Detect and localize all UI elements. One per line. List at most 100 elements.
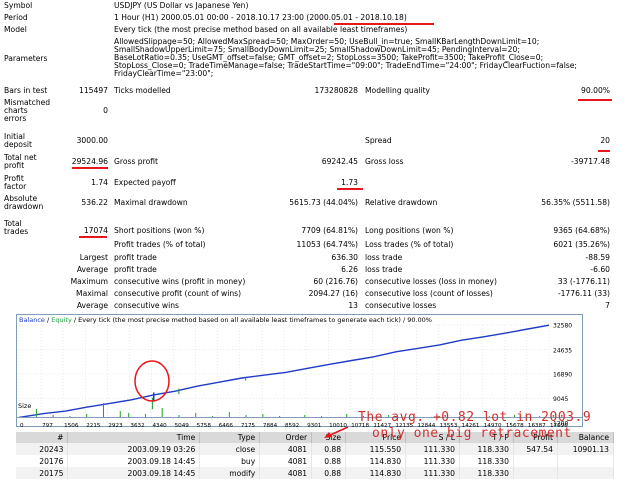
cell-tp: 118.330 xyxy=(459,443,514,455)
reldd-label: Relative drawdown xyxy=(365,198,438,207)
max-cwins-value: 60 (216.76) xyxy=(313,277,358,286)
col-header-time[interactable]: Time xyxy=(67,432,201,443)
cell-type: modify xyxy=(199,467,261,479)
x-tick-label: 3632 xyxy=(130,423,144,429)
spread-value: 20 xyxy=(600,136,610,145)
spread-label: Spread xyxy=(365,136,392,145)
avg-closs-value: 7 xyxy=(605,301,610,310)
model-label: Model xyxy=(4,25,27,34)
absdd-label-2: drawdown xyxy=(4,202,44,211)
col-header-num[interactable]: # xyxy=(16,432,69,443)
maxdd-label: Maximal drawdown xyxy=(114,198,188,207)
x-tick-label: 2923 xyxy=(108,423,123,429)
cell-num: 20176 xyxy=(16,455,69,467)
cell-size: 0.88 xyxy=(311,443,347,455)
loss-trades-value: 6021 (35.26%) xyxy=(553,240,610,249)
maximal-cprofit-value: 2094.27 (16) xyxy=(308,289,358,298)
quality-value: 90.00% xyxy=(581,86,610,95)
maximum-label: Maximum xyxy=(70,277,108,286)
grossprofit-value: 69242.45 xyxy=(321,157,358,166)
cell-profit xyxy=(513,455,558,467)
annotation-line-1: The avg. +0.82 lot in 2003.9 xyxy=(358,410,592,425)
grossloss-label: Gross loss xyxy=(365,157,404,166)
x-tick-label: 5049 xyxy=(175,423,190,429)
max-cwins-label: consecutive wins (profit in money) xyxy=(114,277,246,286)
netprofit-value: 29524.96 xyxy=(71,157,108,166)
maxdd-value: 5615.73 (44.04%) xyxy=(289,198,358,207)
cell-type: buy xyxy=(199,455,261,467)
profit-trades-label: Profit trades (% of total) xyxy=(114,240,206,249)
x-tick-label: 2215 xyxy=(86,423,101,429)
avg-cwins-value: 13 xyxy=(348,301,358,310)
table-row[interactable]: 20243 2003.09.19 03:26 close 4081 0.88 1… xyxy=(16,443,615,455)
largest-loss-label: loss trade xyxy=(365,253,403,262)
largest-profit-label: profit trade xyxy=(114,253,157,262)
annotation-line-2: only one big retracement xyxy=(372,426,572,441)
loss-trades-label: Loss trades (% of total) xyxy=(365,240,454,249)
bars-value: 115497 xyxy=(79,86,108,95)
x-tick-label: 5758 xyxy=(197,423,212,429)
absdd-value: 536.22 xyxy=(81,198,108,207)
col-header-order[interactable]: Order xyxy=(259,432,313,443)
param-line-5: FridayClearTime="23:00"; xyxy=(114,69,214,78)
cell-profit: 547.54 xyxy=(513,443,558,455)
trades-label-2: trades xyxy=(4,227,29,236)
initial-label-2: deposit xyxy=(4,140,33,149)
x-tick-label: 9301 xyxy=(307,423,322,429)
quality-label: Modelling quality xyxy=(365,86,431,95)
payoff-underline xyxy=(337,188,363,190)
cell-price: 114.830 xyxy=(345,455,407,467)
profit-trades-value: 11053 (64.74%) xyxy=(296,240,358,249)
average-label: Average xyxy=(76,265,108,274)
x-tick-label: 797 xyxy=(42,423,53,429)
pf-label-2: factor xyxy=(4,182,27,191)
x-tick-label: 8592 xyxy=(285,423,299,429)
reldd-value: 56.35% (5511.58) xyxy=(541,198,610,207)
table-row[interactable]: 20176 2003.09.18 14:45 buy 4081 0.88 114… xyxy=(16,455,615,467)
col-header-type[interactable]: Type xyxy=(199,432,261,443)
cell-time: 2003.09.18 14:45 xyxy=(67,455,201,467)
short-label: Short positions (won %) xyxy=(114,226,205,235)
y-tick-label: 32580 xyxy=(553,323,572,330)
model-value: Every tick (the most precise method base… xyxy=(114,25,408,34)
trades-value: 17074 xyxy=(83,226,108,235)
cell-profit xyxy=(513,467,558,479)
cell-size: 0.88 xyxy=(311,467,347,479)
avg-closs-label: consecutive losses xyxy=(365,301,437,310)
average2-label: Average xyxy=(76,301,108,310)
initial-value: 3000.00 xyxy=(76,136,108,145)
cell-num: 20175 xyxy=(16,467,69,479)
long-value: 9365 (64.68%) xyxy=(553,226,610,235)
largest-label: Largest xyxy=(79,253,108,262)
maximal-closs-value: -1776.11 (33) xyxy=(557,289,610,298)
maximal-label: Maximal xyxy=(76,289,108,298)
grossprofit-label: Gross profit xyxy=(114,157,158,166)
quality-underline xyxy=(578,99,612,101)
cell-order: 4081 xyxy=(259,455,313,467)
x-tick-label: 4340 xyxy=(153,423,168,429)
average-profit-label: profit trade xyxy=(114,265,157,274)
cell-time: 2003.09.18 14:45 xyxy=(67,467,201,479)
maximal-closs-label: consecutive loss (count of losses) xyxy=(365,289,493,298)
cell-order: 4081 xyxy=(259,443,313,455)
cell-order: 4081 xyxy=(259,467,313,479)
grossloss-value: -39717.48 xyxy=(571,157,610,166)
short-value: 7709 (64.81%) xyxy=(301,226,358,235)
cell-size: 0.88 xyxy=(311,455,347,467)
cell-price: 115.550 xyxy=(345,443,407,455)
table-row[interactable]: 20175 2003.09.18 14:45 modify 4081 0.88 … xyxy=(16,467,615,479)
cell-price: 114.830 xyxy=(345,467,407,479)
largest-loss-value: -88.59 xyxy=(585,253,610,262)
pf-value: 1.74 xyxy=(91,178,108,187)
trades-underline xyxy=(79,236,107,238)
payoff-label: Expected payoff xyxy=(114,178,176,187)
cell-num: 20243 xyxy=(16,443,69,455)
cell-tp: 118.330 xyxy=(459,455,514,467)
cell-balance xyxy=(557,467,615,479)
x-tick-label: 7884 xyxy=(263,423,278,429)
largest-profit-value: 636.30 xyxy=(331,253,358,262)
ticks-label: Ticks modelled xyxy=(114,86,171,95)
netprofit-underline xyxy=(72,167,108,169)
x-tick-label: 6466 xyxy=(219,423,234,429)
spread-underline xyxy=(598,150,610,152)
